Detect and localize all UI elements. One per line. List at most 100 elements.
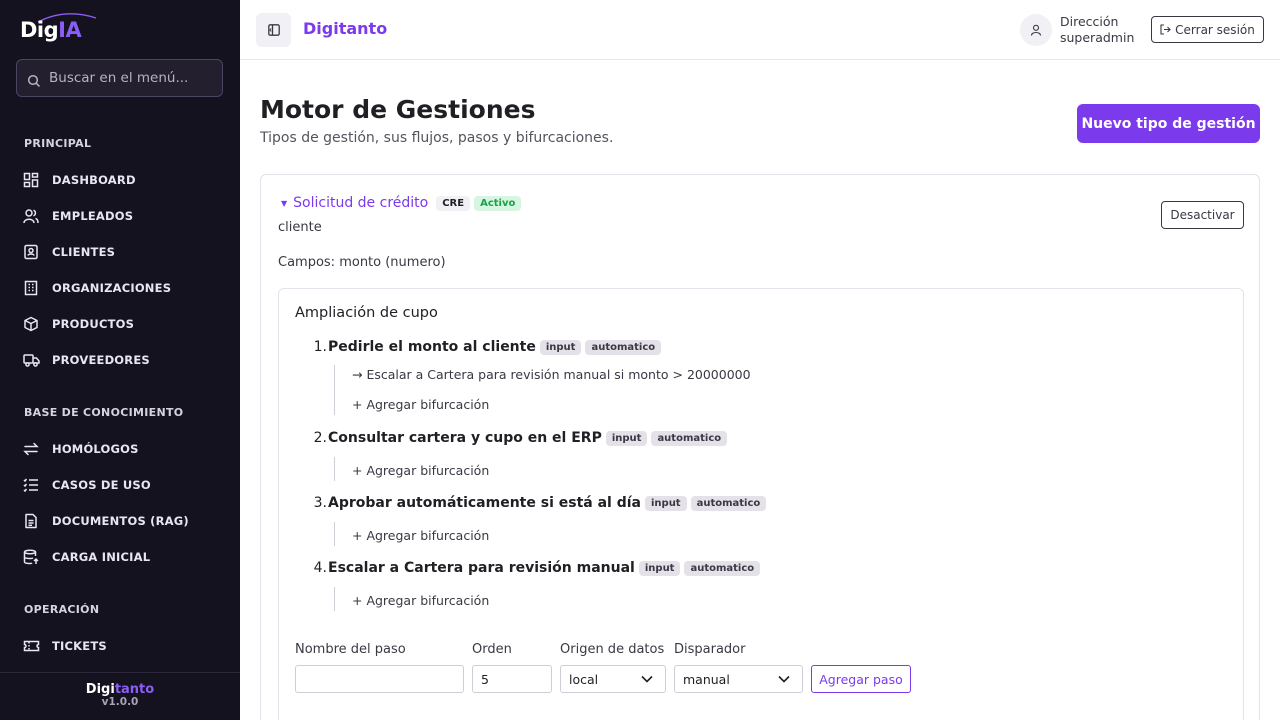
sidebar-item-label: TICKETS [52,639,107,653]
step-item: 4. Escalar a Cartera para revisión manua… [279,560,761,576]
sidebar-item-label: PROVEEDORES [52,353,150,367]
gestion-audience: cliente [278,220,322,235]
document-icon [22,512,40,530]
gestion-title[interactable]: Solicitud de crédito [293,195,428,211]
sidebar-item-dashboard[interactable]: DASHBOARD [22,168,136,192]
step-tag: input [539,339,582,355]
sidebar-item-label: ORGANIZACIONES [52,281,172,295]
flow-title: Ampliación de cupo [295,305,438,321]
sidebar-item-label: CASOS DE USO [52,478,151,492]
trigger-value: manual [683,671,730,687]
app-logo[interactable]: DigIA [20,12,110,48]
step-name: Consultar cartera y cupo en el ERP [328,430,602,446]
step-branches: → Escalar a Cartera para revisión manual… [334,365,751,415]
user-name: superadmin [1060,30,1135,45]
collapse-caret-icon[interactable]: ▼ [281,199,287,208]
step-item: 2. Consultar cartera y cupo en el ERP in… [279,430,728,446]
footer-logo: Digitanto [85,682,155,697]
database-upload-icon [22,548,40,566]
step-tag: automatico [585,339,662,355]
section-title-principal: PRINCIPAL [24,137,92,150]
ticket-icon [22,637,40,655]
top-header: Digitanto Dirección superadmin Cerrar se… [240,0,1280,60]
section-title-operacion: OPERACIÓN [24,603,100,616]
list-check-icon [22,476,40,494]
code-badge: CRE [436,195,471,211]
step-branches: + Agregar bifurcación [334,457,489,481]
package-icon [22,315,40,333]
sidebar-item-productos[interactable]: PRODUCTOS [22,312,134,336]
data-source-label: Origen de datos [560,642,665,657]
dashboard-icon [22,171,40,189]
new-gestion-type-button[interactable]: Nuevo tipo de gestión [1077,104,1260,143]
avatar[interactable] [1020,14,1052,46]
sidebar-item-documentos[interactable]: DOCUMENTOS (RAG) [22,509,189,533]
branch-rule: → Escalar a Cartera para revisión manual… [352,367,751,382]
add-branch-button[interactable]: + Agregar bifurcación [352,591,489,611]
gestion-header: ▼ Solicitud de crédito CRE Activo [281,195,522,211]
sidebar-footer: Digitanto v1.0.0 [0,672,240,720]
step-name-input[interactable] [295,665,464,693]
step-tag: input [605,430,648,446]
sidebar-item-label: DASHBOARD [52,173,136,187]
add-branch-button[interactable]: + Agregar bifurcación [352,526,489,546]
trigger-label: Disparador [674,642,746,657]
section-title-base-conocimiento: BASE DE CONOCIMIENTO [24,406,184,419]
sidebar-item-label: CARGA INICIAL [52,550,151,564]
user-icon [1030,24,1042,36]
trigger-select[interactable]: manual [674,665,803,693]
data-source-select[interactable]: local [560,665,666,693]
order-input[interactable] [472,665,552,693]
add-step-button[interactable]: Agregar paso [811,665,911,693]
gestion-card: ▼ Solicitud de crédito CRE Activo Desact… [260,174,1260,720]
sidebar-item-label: CLIENTES [52,245,116,259]
page-subtitle: Tipos de gestión, sus flujos, pasos y bi… [260,130,614,146]
chevron-down-icon [641,675,653,683]
sidebar: DigIA PRINCIPAL DASHBOARD EMPLEADOS CLIE… [0,0,240,720]
sidebar-item-empleados[interactable]: EMPLEADOS [22,204,133,228]
step-tag: input [638,560,681,576]
sidebar-item-label: EMPLEADOS [52,209,134,223]
sidebar-item-organizaciones[interactable]: ORGANIZACIONES [22,276,171,300]
sidebar-item-label: HOMÓLOGOS [52,442,139,456]
brand-name: Digitanto [303,19,388,38]
truck-icon [22,351,40,369]
app-version: v1.0.0 [101,696,139,708]
menu-search[interactable] [16,59,223,97]
logout-button[interactable]: Cerrar sesión [1151,16,1264,43]
logo-text: DigIA [20,18,82,42]
step-branches: + Agregar bifurcación [334,522,489,546]
sidebar-item-clientes[interactable]: CLIENTES [22,240,115,264]
step-tag: automatico [684,560,761,576]
users-icon [22,207,40,225]
page-title: Motor de Gestiones [260,95,536,124]
order-label: Orden [472,642,512,657]
step-tag: input [644,495,687,511]
step-name-label: Nombre del paso [295,642,406,657]
data-source-value: local [569,671,599,687]
add-branch-button[interactable]: + Agregar bifurcación [352,461,489,481]
gestion-fields: Campos: monto (numero) [278,255,446,270]
step-name: Escalar a Cartera para revisión manual [328,560,635,576]
sidebar-toggle-button[interactable] [256,13,291,47]
deactivate-button[interactable]: Desactivar [1161,201,1244,229]
sidebar-item-carga-inicial[interactable]: CARGA INICIAL [22,545,150,569]
step-item: 3. Aprobar automáticamente si está al dí… [279,495,767,511]
search-icon [27,74,41,88]
sidebar-item-casos-de-uso[interactable]: CASOS DE USO [22,473,151,497]
sidebar-item-proveedores[interactable]: PROVEEDORES [22,348,150,372]
sidebar-item-tickets[interactable]: TICKETS [22,634,107,658]
search-input[interactable] [49,70,209,86]
contact-card-icon [22,243,40,261]
logout-label: Cerrar sesión [1175,22,1255,37]
step-name: Aprobar automáticamente si está al día [328,495,641,511]
step-number: 1. [313,339,327,355]
step-tag: automatico [690,495,767,511]
sidebar-item-label: PRODUCTOS [52,317,135,331]
chevron-down-icon [778,675,790,683]
step-branches: + Agregar bifurcación [334,587,489,611]
add-branch-button[interactable]: + Agregar bifurcación [352,395,751,415]
sidebar-item-label: DOCUMENTOS (RAG) [52,514,189,528]
sidebar-item-homologos[interactable]: HOMÓLOGOS [22,437,139,461]
step-number: 3. [313,495,327,511]
